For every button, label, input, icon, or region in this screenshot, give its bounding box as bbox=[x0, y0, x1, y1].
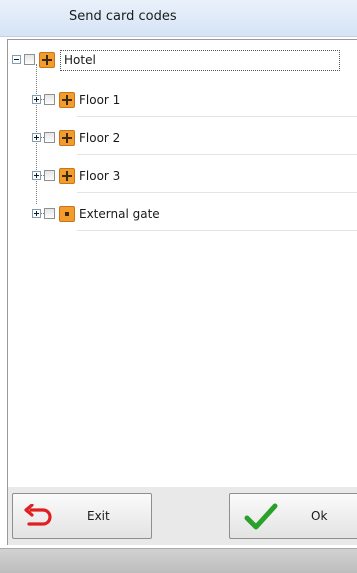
exit-label: Exit bbox=[87, 509, 110, 523]
tree-node-external-gate[interactable]: External gate bbox=[32, 193, 357, 231]
ok-button[interactable]: Ok bbox=[229, 493, 357, 539]
location-tree[interactable]: Hotel Floor 1 Floor 2 Floor 3 External g… bbox=[7, 39, 357, 489]
floor-3-checkbox[interactable] bbox=[44, 170, 55, 181]
expand-icon[interactable] bbox=[32, 171, 41, 180]
button-bar: Exit Ok bbox=[7, 487, 357, 545]
expand-icon[interactable] bbox=[32, 133, 41, 142]
ok-label: Ok bbox=[311, 509, 328, 523]
tree-node-label[interactable]: External gate bbox=[79, 207, 160, 221]
expand-icon[interactable] bbox=[32, 95, 41, 104]
hotel-checkbox[interactable] bbox=[24, 54, 35, 65]
gate-icon bbox=[59, 206, 75, 222]
tree-node-floor-3[interactable]: Floor 3 bbox=[32, 155, 357, 193]
collapse-icon[interactable] bbox=[12, 55, 21, 64]
checkmark-icon bbox=[244, 503, 278, 530]
floor-grid-icon bbox=[59, 168, 75, 184]
row-separator bbox=[77, 230, 357, 231]
floor-grid-icon bbox=[59, 92, 75, 108]
tree-node-floor-2[interactable]: Floor 2 bbox=[32, 117, 357, 155]
tree-node-label[interactable]: Floor 2 bbox=[79, 131, 120, 145]
expand-icon[interactable] bbox=[32, 209, 41, 218]
status-bar bbox=[0, 548, 357, 573]
external-gate-checkbox[interactable] bbox=[44, 208, 55, 219]
tree-node-hotel[interactable]: Hotel bbox=[8, 40, 357, 78]
tree-node-floor-1[interactable]: Floor 1 bbox=[32, 79, 357, 117]
tree-node-label[interactable]: Hotel bbox=[60, 50, 340, 71]
tree-node-label[interactable]: Floor 3 bbox=[79, 169, 120, 183]
floor-2-checkbox[interactable] bbox=[44, 132, 55, 143]
exit-arrow-icon bbox=[24, 504, 52, 526]
floor-grid-icon bbox=[39, 52, 55, 68]
exit-button[interactable]: Exit bbox=[12, 493, 152, 539]
title-bar: Send card codes bbox=[0, 0, 357, 37]
tree-node-label[interactable]: Floor 1 bbox=[79, 93, 120, 107]
floor-1-checkbox[interactable] bbox=[44, 94, 55, 105]
floor-grid-icon bbox=[59, 130, 75, 146]
window-title: Send card codes bbox=[69, 9, 177, 24]
